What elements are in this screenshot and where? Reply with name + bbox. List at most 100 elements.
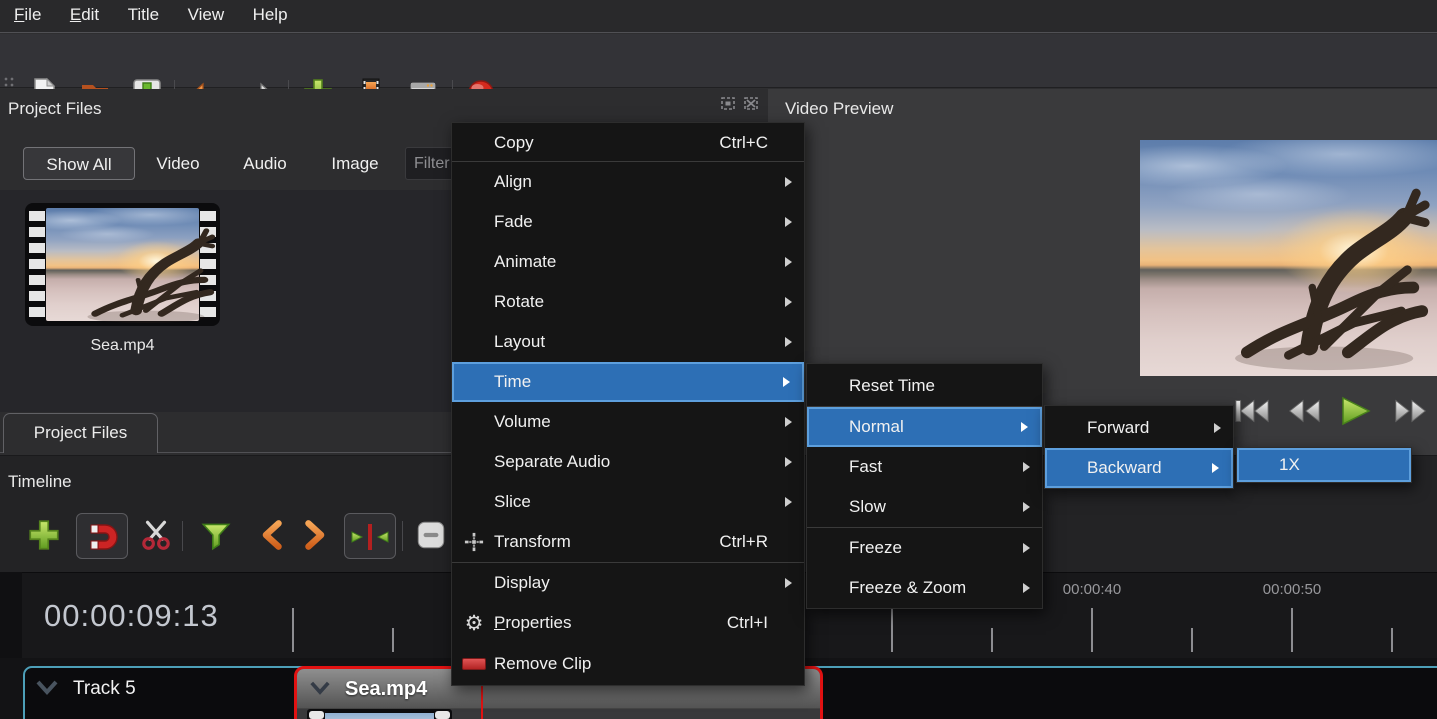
ruler-label-50s: 00:00:50 xyxy=(1252,581,1332,598)
razor-tool-button[interactable] xyxy=(136,516,176,556)
menu-item-separate-audio[interactable]: Separate Audio xyxy=(452,442,804,482)
menu-item-label: Animate xyxy=(494,252,556,272)
jump-to-start-button[interactable] xyxy=(1233,396,1271,426)
tab-project-files[interactable]: Project Files xyxy=(3,413,158,453)
file-name-label: Sea.mp4 xyxy=(25,337,220,355)
clip-thumbnail-image xyxy=(325,713,434,719)
menu-item-copy[interactable]: Copy Ctrl+C xyxy=(452,125,804,161)
menu-item-label: Separate Audio xyxy=(494,452,610,472)
menu-edit[interactable]: Edit xyxy=(60,0,109,30)
clip-collapse-chevron-icon[interactable] xyxy=(309,681,331,695)
normal-submenu: Forward Backward xyxy=(1044,405,1234,489)
menu-item-reset-time[interactable]: Reset Time xyxy=(807,366,1042,406)
menu-item-display[interactable]: Display xyxy=(452,563,804,603)
previous-marker-button[interactable] xyxy=(248,516,288,556)
rewind-icon xyxy=(1285,396,1323,426)
menu-title[interactable]: Title xyxy=(118,0,170,30)
menu-item-fade[interactable]: Fade xyxy=(452,202,804,242)
clip-context-menu: Copy Ctrl+C Align Fade Animate Rotate La… xyxy=(451,122,805,686)
menu-file[interactable]: File xyxy=(4,0,51,30)
menu-item-volume[interactable]: Volume xyxy=(452,402,804,442)
menu-item-animate[interactable]: Animate xyxy=(452,242,804,282)
menu-item-align[interactable]: Align xyxy=(452,162,804,202)
menu-item-label: Remove Clip xyxy=(494,654,591,674)
close-panel-icon[interactable] xyxy=(743,96,759,111)
menu-item-1x[interactable]: 1X xyxy=(1237,448,1411,482)
submenu-arrow-icon xyxy=(785,177,792,187)
rewind-button[interactable] xyxy=(1285,396,1323,426)
menu-view[interactable]: View xyxy=(178,0,235,30)
menu-item-shortcut: Ctrl+R xyxy=(719,532,794,552)
menu-item-transform[interactable]: Transform Ctrl+R xyxy=(452,522,804,562)
track-collapse-chevron-icon[interactable] xyxy=(35,680,59,695)
ruler-tick xyxy=(991,628,993,652)
menu-help[interactable]: Help xyxy=(243,0,298,30)
menu-item-forward[interactable]: Forward xyxy=(1045,408,1233,448)
gear-icon: ⚙ xyxy=(462,611,486,635)
menu-item-label: Rotate xyxy=(494,292,544,312)
submenu-arrow-icon xyxy=(1214,423,1221,433)
ruler-tick xyxy=(1091,608,1093,652)
next-marker-button[interactable] xyxy=(299,516,339,556)
menu-item-slow[interactable]: Slow xyxy=(807,487,1042,527)
time-submenu: Reset Time Normal Fast Slow Freeze Freez… xyxy=(806,363,1043,609)
submenu-arrow-icon xyxy=(1023,543,1030,553)
menu-item-fast[interactable]: Fast xyxy=(807,447,1042,487)
ruler-tick xyxy=(1291,608,1293,652)
menu-item-label: Properties xyxy=(494,613,571,633)
menu-item-label: Layout xyxy=(494,332,545,352)
menu-item-label: Forward xyxy=(1087,418,1149,438)
main-toolbar xyxy=(0,34,1437,88)
submenu-arrow-icon xyxy=(1023,502,1030,512)
add-track-button[interactable] xyxy=(24,516,64,556)
menu-item-label: Transform xyxy=(494,532,571,552)
menu-item-freeze-zoom[interactable]: Freeze & Zoom xyxy=(807,568,1042,608)
timeline-panel-title: Timeline xyxy=(8,472,72,492)
video-preview-frame[interactable] xyxy=(1140,140,1437,376)
menu-item-label: Volume xyxy=(494,412,551,432)
submenu-arrow-icon xyxy=(1021,422,1028,432)
menu-item-freeze[interactable]: Freeze xyxy=(807,528,1042,568)
snapping-toggle-button[interactable] xyxy=(76,513,128,559)
submenu-arrow-icon xyxy=(1212,463,1219,473)
ruler-tick xyxy=(891,608,893,652)
previous-marker-icon xyxy=(250,517,286,553)
filter-audio-button[interactable]: Audio xyxy=(228,147,302,180)
filter-video-button[interactable]: Video xyxy=(143,147,213,180)
menu-item-label: Display xyxy=(494,573,550,593)
submenu-arrow-icon xyxy=(785,497,792,507)
center-playhead-button[interactable] xyxy=(344,513,396,559)
menu-item-label: Slice xyxy=(494,492,531,512)
ruler-label-40s: 00:00:40 xyxy=(1052,581,1132,598)
add-marker-button[interactable] xyxy=(196,516,236,556)
menu-item-label: Backward xyxy=(1087,458,1162,478)
float-panel-icon[interactable] xyxy=(720,96,736,111)
menu-item-label: Freeze & Zoom xyxy=(849,578,966,598)
marker-funnel-icon xyxy=(198,517,234,553)
jump-to-start-icon xyxy=(1233,396,1271,426)
zoom-out-button[interactable] xyxy=(412,516,450,556)
file-thumbnail-sea-mp4[interactable] xyxy=(25,203,220,326)
menu-item-slice[interactable]: Slice xyxy=(452,482,804,522)
fast-forward-button[interactable] xyxy=(1392,396,1430,426)
ruler-tick xyxy=(1391,628,1393,652)
menu-item-layout[interactable]: Layout xyxy=(452,322,804,362)
menu-item-time[interactable]: Time xyxy=(452,362,804,402)
play-icon xyxy=(1337,396,1373,426)
menu-item-backward[interactable]: Backward xyxy=(1045,448,1233,488)
menu-item-label: Normal xyxy=(849,417,904,437)
submenu-arrow-icon xyxy=(783,377,790,387)
menu-item-remove-clip[interactable]: Remove Clip xyxy=(452,643,804,685)
submenu-arrow-icon xyxy=(1023,583,1030,593)
remove-clip-icon xyxy=(462,652,486,676)
submenu-arrow-icon xyxy=(785,257,792,267)
play-button[interactable] xyxy=(1336,396,1374,426)
sea-thumbnail-image xyxy=(46,208,199,321)
menu-item-properties[interactable]: ⚙ Properties Ctrl+I xyxy=(452,603,804,643)
menu-item-label: Freeze xyxy=(849,538,902,558)
menu-item-rotate[interactable]: Rotate xyxy=(452,282,804,322)
filter-show-all-button[interactable]: Show All xyxy=(23,147,135,180)
menu-item-normal[interactable]: Normal xyxy=(807,407,1042,447)
menu-item-shortcut: Ctrl+C xyxy=(719,133,794,153)
filter-image-button[interactable]: Image xyxy=(318,147,392,180)
